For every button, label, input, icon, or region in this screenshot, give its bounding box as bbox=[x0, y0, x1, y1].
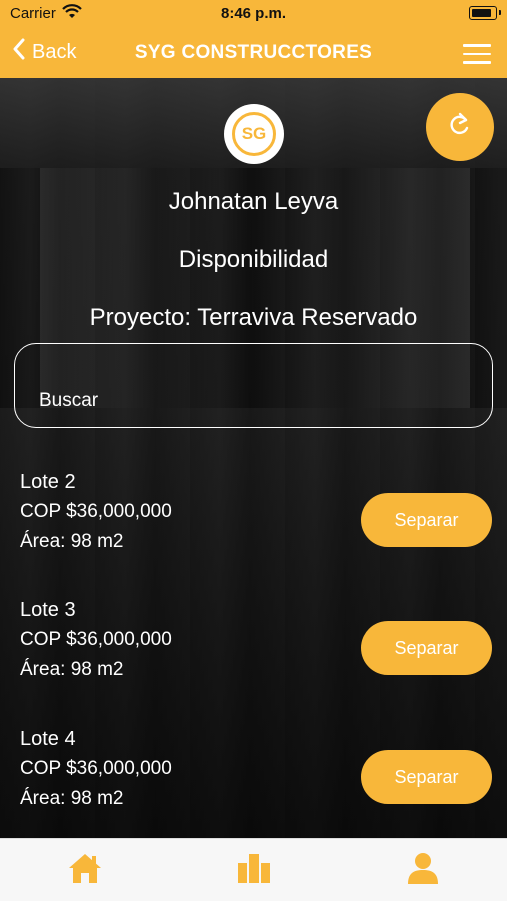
page-title: SYG CONSTRUCCTORES bbox=[134, 42, 373, 63]
lot-name: Lote 2 bbox=[20, 471, 76, 493]
lot-area: Área: 98 m2 bbox=[20, 659, 124, 680]
list-item: Lote 3 COP $36,000,000 Área: 98 m2 Separ… bbox=[0, 599, 507, 709]
logo-mark: SG bbox=[232, 112, 276, 156]
section-title: Disponibilidad bbox=[178, 246, 329, 273]
lot-name: Lote 3 bbox=[20, 599, 76, 621]
separar-button[interactable]: Separar bbox=[361, 750, 492, 804]
tab-projects[interactable] bbox=[234, 851, 274, 889]
user-icon bbox=[406, 851, 440, 890]
lot-price: COP $36,000,000 bbox=[20, 501, 172, 522]
company-logo: SG bbox=[224, 104, 284, 164]
user-name: Johnatan Leyva bbox=[168, 188, 339, 215]
project-title: Proyecto: Terraviva Reservado bbox=[89, 304, 418, 331]
separar-button[interactable]: Separar bbox=[361, 493, 492, 547]
hamburger-menu-icon[interactable] bbox=[463, 44, 491, 64]
list-item: Lote 4 COP $36,000,000 Área: 98 m2 Separ… bbox=[0, 728, 507, 838]
refresh-icon bbox=[446, 111, 474, 144]
tab-bar bbox=[0, 838, 507, 901]
main-content: SG Johnatan Leyva Disponibilidad Proyect… bbox=[0, 78, 507, 838]
lot-price: COP $36,000,000 bbox=[20, 629, 172, 650]
buildings-icon bbox=[236, 851, 272, 890]
lot-area: Área: 98 m2 bbox=[20, 788, 124, 809]
navigation-bar: Back SYG CONSTRUCCTORES bbox=[0, 26, 507, 78]
battery-icon bbox=[469, 6, 501, 20]
separar-button[interactable]: Separar bbox=[361, 621, 492, 675]
home-icon bbox=[67, 851, 103, 890]
list-item: Lote 2 COP $36,000,000 Área: 98 m2 Separ… bbox=[0, 471, 507, 581]
lot-name: Lote 4 bbox=[20, 728, 76, 750]
tab-profile[interactable] bbox=[403, 851, 443, 889]
clock: 8:46 p.m. bbox=[220, 5, 287, 22]
lot-area: Área: 98 m2 bbox=[20, 531, 124, 552]
search-input[interactable] bbox=[39, 390, 459, 412]
lot-price: COP $36,000,000 bbox=[20, 758, 172, 779]
tab-home[interactable] bbox=[65, 851, 105, 889]
status-bar: Carrier 8:46 p.m. bbox=[0, 0, 507, 26]
search-box[interactable] bbox=[14, 343, 493, 428]
refresh-button[interactable] bbox=[426, 93, 494, 161]
